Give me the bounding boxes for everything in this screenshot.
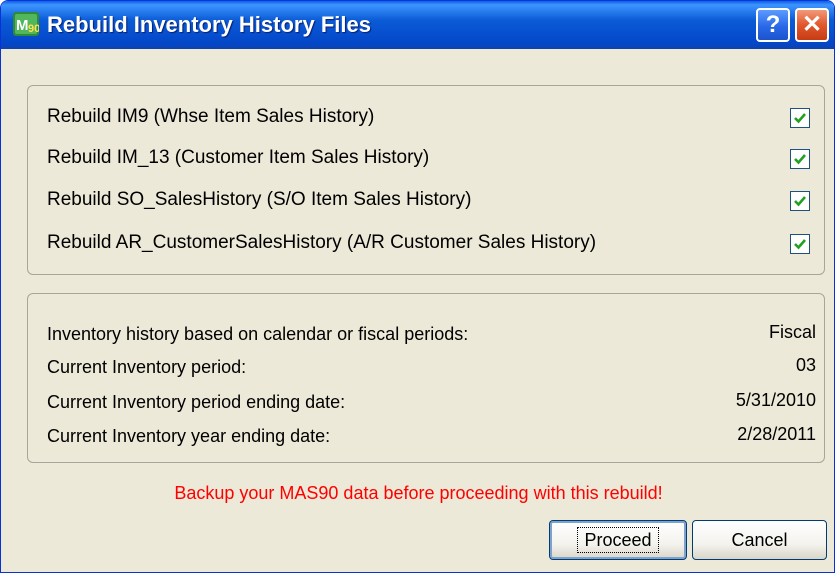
checkmark-icon xyxy=(794,154,806,165)
info-value: 03 xyxy=(795,355,816,375)
rebuild-option-label: Rebuild SO_SalesHistory (S/O Item Sales … xyxy=(47,189,472,210)
rebuild-options-group: Rebuild IM9 (Whse Item Sales History) Re… xyxy=(27,85,825,275)
help-button[interactable]: ? xyxy=(756,8,790,42)
info-value: 5/31/2010 xyxy=(735,390,816,410)
rebuild-option-label: Rebuild IM9 (Whse Item Sales History) xyxy=(47,106,375,127)
checkmark-icon xyxy=(794,239,806,250)
cancel-button-label: Cancel xyxy=(731,530,788,550)
title-bar[interactable]: M 90 Rebuild Inventory History Files ? ✕ xyxy=(1,1,834,49)
backup-warning: Backup your MAS90 data before proceeding… xyxy=(174,483,663,503)
checkmark-icon xyxy=(794,113,806,124)
rebuild-option-checkbox[interactable] xyxy=(790,234,810,254)
proceed-button-label: Proceed xyxy=(576,526,659,554)
close-button[interactable]: ✕ xyxy=(795,8,829,42)
rebuild-option-checkbox[interactable] xyxy=(790,108,810,128)
proceed-button[interactable]: Proceed xyxy=(549,520,687,560)
info-label: Inventory history based on calendar or f… xyxy=(47,324,469,344)
info-label: Current Inventory period: xyxy=(47,357,247,377)
rebuild-option-label: Rebuild IM_13 (Customer Item Sales Histo… xyxy=(47,147,430,168)
dialog-window: M 90 Rebuild Inventory History Files ? ✕… xyxy=(0,0,835,573)
cancel-button[interactable]: Cancel xyxy=(692,520,827,560)
checkmark-icon xyxy=(794,196,806,207)
window-title: Rebuild Inventory History Files xyxy=(47,12,371,37)
svg-text:M: M xyxy=(16,17,29,34)
info-value: 2/28/2011 xyxy=(737,424,816,444)
mas90-app-icon: M 90 xyxy=(13,12,40,36)
rebuild-option-label: Rebuild AR_CustomerSalesHistory (A/R Cus… xyxy=(47,232,597,253)
svg-text:90: 90 xyxy=(28,23,39,35)
rebuild-option-checkbox[interactable] xyxy=(790,149,810,169)
info-label: Current Inventory period ending date: xyxy=(47,392,346,412)
info-label: Current Inventory year ending date: xyxy=(47,426,331,446)
rebuild-option-checkbox[interactable] xyxy=(790,191,810,211)
info-value: Fiscal xyxy=(768,322,816,342)
inventory-info-group: Inventory history based on calendar or f… xyxy=(27,293,825,463)
